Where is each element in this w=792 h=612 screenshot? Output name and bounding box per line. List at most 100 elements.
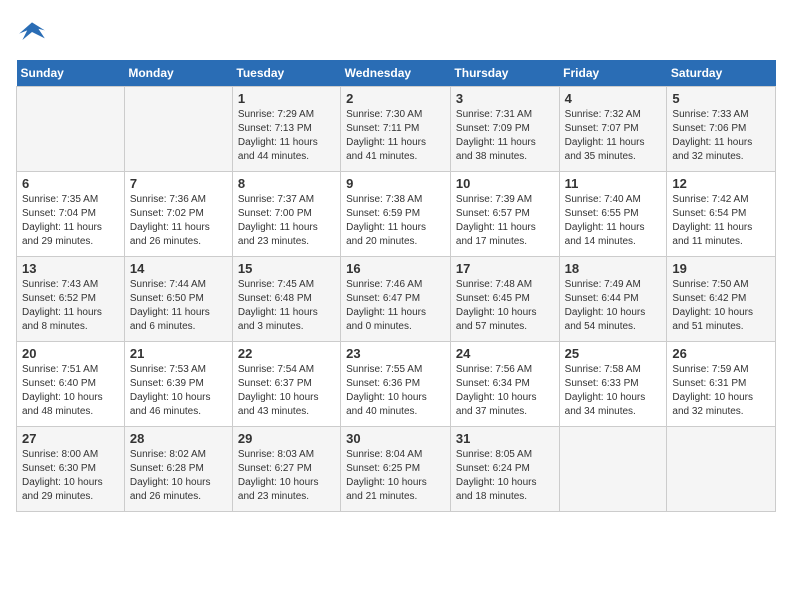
day-number: 5 [672,91,770,106]
calendar-week-row: 1 Sunrise: 7:29 AM Sunset: 7:13 PM Daylig… [17,87,776,172]
calendar-cell: 28 Sunrise: 8:02 AM Sunset: 6:28 PM Dayli… [124,427,232,512]
day-number: 7 [130,176,227,191]
day-number: 10 [456,176,554,191]
day-number: 13 [22,261,119,276]
day-info: Sunrise: 7:48 AM Sunset: 6:45 PM Dayligh… [456,278,554,334]
calendar-cell: 23 Sunrise: 7:55 AM Sunset: 6:36 PM Dayli… [341,342,451,427]
logo [16,16,52,48]
calendar-cell: 2 Sunrise: 7:30 AM Sunset: 7:11 PM Daylig… [341,87,451,172]
day-info: Sunrise: 7:43 AM Sunset: 6:52 PM Dayligh… [22,278,119,334]
calendar-cell: 16Sunrise: 7:46 AM Sunset: 6:47 PM Dayli… [341,257,451,342]
day-info: Sunrise: 7:35 AM Sunset: 7:04 PM Dayligh… [22,193,119,249]
calendar-cell: 13 Sunrise: 7:43 AM Sunset: 6:52 PM Dayli… [17,257,125,342]
day-number: 23 [346,346,445,361]
day-info: Sunrise: 7:39 AM Sunset: 6:57 PM Dayligh… [456,193,554,249]
day-number: 11 [565,176,662,191]
day-number: 9 [346,176,445,191]
day-number: 21 [130,346,227,361]
calendar-week-row: 6 Sunrise: 7:35 AM Sunset: 7:04 PM Daylig… [17,172,776,257]
day-info: Sunrise: 7:51 AM Sunset: 6:40 PM Dayligh… [22,363,119,419]
day-number: 2 [346,91,445,106]
calendar-cell: 22 Sunrise: 7:54 AM Sunset: 6:37 PM Dayli… [232,342,340,427]
calendar-cell: 24Sunrise: 7:56 AM Sunset: 6:34 PM Dayli… [450,342,559,427]
calendar-cell: 3 Sunrise: 7:31 AM Sunset: 7:09 PM Daylig… [450,87,559,172]
day-info: Sunrise: 7:29 AM Sunset: 7:13 PM Dayligh… [238,108,335,164]
calendar-week-row: 27 Sunrise: 8:00 AM Sunset: 6:30 PM Dayli… [17,427,776,512]
day-number: 29 [238,431,335,446]
day-number: 3 [456,91,554,106]
calendar-cell: 19 Sunrise: 7:50 AM Sunset: 6:42 PM Dayli… [667,257,776,342]
calendar-cell: 11 Sunrise: 7:40 AM Sunset: 6:55 PM Dayli… [559,172,667,257]
calendar-cell: 30 Sunrise: 8:04 AM Sunset: 6:25 PM Dayli… [341,427,451,512]
logo-icon [16,16,48,48]
day-number: 20 [22,346,119,361]
day-info: Sunrise: 7:42 AM Sunset: 6:54 PM Dayligh… [672,193,770,249]
day-number: 19 [672,261,770,276]
day-number: 1 [238,91,335,106]
day-info: Sunrise: 7:30 AM Sunset: 7:11 PM Dayligh… [346,108,445,164]
calendar-cell: 31 Sunrise: 8:05 AM Sunset: 6:24 PM Dayli… [450,427,559,512]
day-number: 31 [456,431,554,446]
day-info: Sunrise: 8:00 AM Sunset: 6:30 PM Dayligh… [22,448,119,504]
calendar-cell: 29Sunrise: 8:03 AM Sunset: 6:27 PM Dayli… [232,427,340,512]
calendar-table: SundayMondayTuesdayWednesdayThursdayFrid… [16,60,776,512]
day-info: Sunrise: 7:49 AM Sunset: 6:44 PM Dayligh… [565,278,662,334]
calendar-cell [559,427,667,512]
calendar-cell: 12 Sunrise: 7:42 AM Sunset: 6:54 PM Dayli… [667,172,776,257]
day-number: 8 [238,176,335,191]
column-header-thursday: Thursday [450,60,559,87]
day-info: Sunrise: 7:53 AM Sunset: 6:39 PM Dayligh… [130,363,227,419]
day-info: Sunrise: 7:55 AM Sunset: 6:36 PM Dayligh… [346,363,445,419]
calendar-cell: 20 Sunrise: 7:51 AM Sunset: 6:40 PM Dayli… [17,342,125,427]
column-header-wednesday: Wednesday [341,60,451,87]
calendar-week-row: 13 Sunrise: 7:43 AM Sunset: 6:52 PM Dayli… [17,257,776,342]
day-info: Sunrise: 7:54 AM Sunset: 6:37 PM Dayligh… [238,363,335,419]
calendar-cell: 8Sunrise: 7:37 AM Sunset: 7:00 PM Daylig… [232,172,340,257]
calendar-cell: 7 Sunrise: 7:36 AM Sunset: 7:02 PM Daylig… [124,172,232,257]
calendar-week-row: 20 Sunrise: 7:51 AM Sunset: 6:40 PM Dayli… [17,342,776,427]
day-number: 25 [565,346,662,361]
day-number: 6 [22,176,119,191]
day-info: Sunrise: 7:40 AM Sunset: 6:55 PM Dayligh… [565,193,662,249]
day-info: Sunrise: 7:31 AM Sunset: 7:09 PM Dayligh… [456,108,554,164]
day-number: 30 [346,431,445,446]
day-info: Sunrise: 7:36 AM Sunset: 7:02 PM Dayligh… [130,193,227,249]
day-number: 15 [238,261,335,276]
day-number: 4 [565,91,662,106]
day-info: Sunrise: 7:33 AM Sunset: 7:06 PM Dayligh… [672,108,770,164]
day-info: Sunrise: 8:05 AM Sunset: 6:24 PM Dayligh… [456,448,554,504]
calendar-cell: 4 Sunrise: 7:32 AM Sunset: 7:07 PM Daylig… [559,87,667,172]
day-info: Sunrise: 7:50 AM Sunset: 6:42 PM Dayligh… [672,278,770,334]
calendar-header-row: SundayMondayTuesdayWednesdayThursdayFrid… [17,60,776,87]
day-info: Sunrise: 7:56 AM Sunset: 6:34 PM Dayligh… [456,363,554,419]
calendar-cell: 5 Sunrise: 7:33 AM Sunset: 7:06 PM Daylig… [667,87,776,172]
column-header-tuesday: Tuesday [232,60,340,87]
day-number: 26 [672,346,770,361]
day-number: 28 [130,431,227,446]
page-header [16,16,776,48]
column-header-friday: Friday [559,60,667,87]
calendar-cell: 15Sunrise: 7:45 AM Sunset: 6:48 PM Dayli… [232,257,340,342]
day-number: 12 [672,176,770,191]
day-info: Sunrise: 7:44 AM Sunset: 6:50 PM Dayligh… [130,278,227,334]
calendar-cell: 21 Sunrise: 7:53 AM Sunset: 6:39 PM Dayli… [124,342,232,427]
day-number: 22 [238,346,335,361]
calendar-cell: 26Sunrise: 7:59 AM Sunset: 6:31 PM Dayli… [667,342,776,427]
calendar-cell: 1 Sunrise: 7:29 AM Sunset: 7:13 PM Daylig… [232,87,340,172]
day-info: Sunrise: 8:02 AM Sunset: 6:28 PM Dayligh… [130,448,227,504]
day-info: Sunrise: 8:04 AM Sunset: 6:25 PM Dayligh… [346,448,445,504]
day-number: 27 [22,431,119,446]
column-header-sunday: Sunday [17,60,125,87]
calendar-cell: 9 Sunrise: 7:38 AM Sunset: 6:59 PM Daylig… [341,172,451,257]
calendar-cell: 27 Sunrise: 8:00 AM Sunset: 6:30 PM Dayli… [17,427,125,512]
calendar-cell: 14Sunrise: 7:44 AM Sunset: 6:50 PM Dayli… [124,257,232,342]
day-number: 17 [456,261,554,276]
calendar-cell: 25 Sunrise: 7:58 AM Sunset: 6:33 PM Dayli… [559,342,667,427]
column-header-saturday: Saturday [667,60,776,87]
column-header-monday: Monday [124,60,232,87]
day-info: Sunrise: 7:32 AM Sunset: 7:07 PM Dayligh… [565,108,662,164]
day-info: Sunrise: 7:58 AM Sunset: 6:33 PM Dayligh… [565,363,662,419]
calendar-cell: 17 Sunrise: 7:48 AM Sunset: 6:45 PM Dayli… [450,257,559,342]
day-info: Sunrise: 7:38 AM Sunset: 6:59 PM Dayligh… [346,193,445,249]
day-info: Sunrise: 7:46 AM Sunset: 6:47 PM Dayligh… [346,278,445,334]
